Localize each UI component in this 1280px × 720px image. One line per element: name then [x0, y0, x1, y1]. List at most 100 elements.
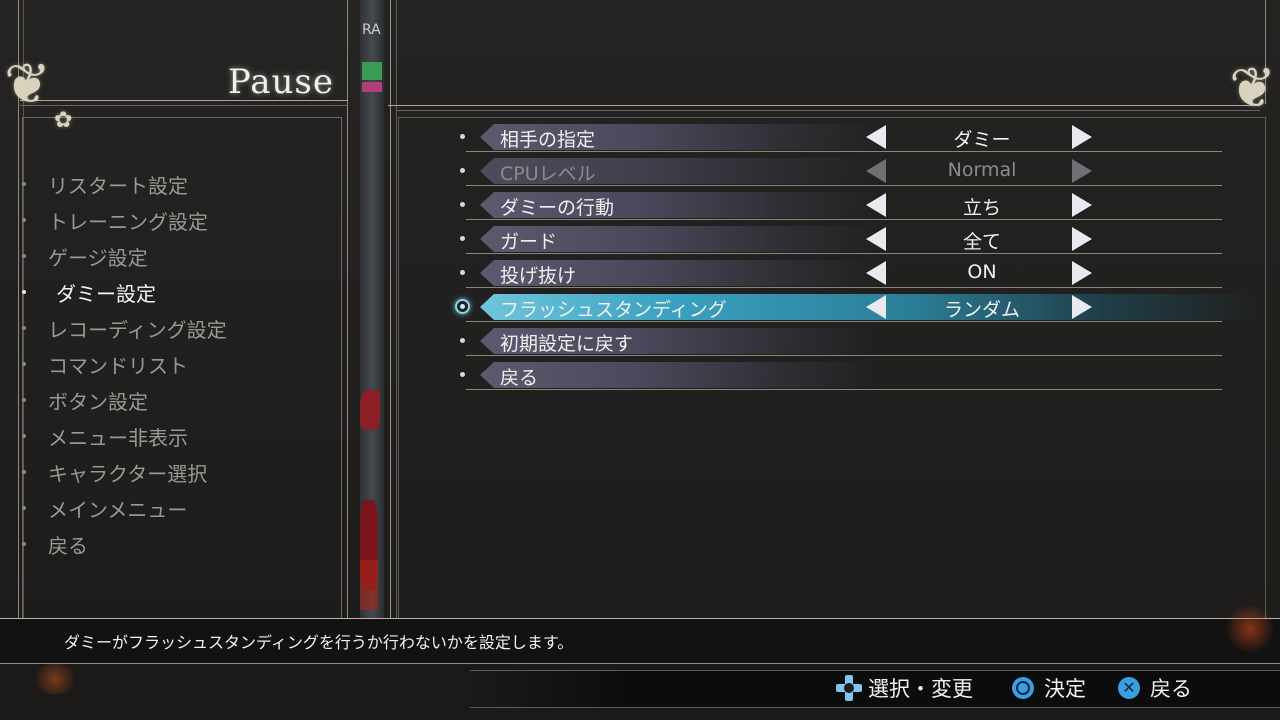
frame-line [390, 0, 391, 618]
button-hints-footer: 選択・変更 決定 ✕ 戻る [0, 604, 1280, 720]
menu-item-label: コマンドリスト [48, 353, 188, 378]
arrow-right-icon[interactable] [1072, 159, 1092, 183]
bullet-dot [22, 470, 26, 474]
menu-item-label: メニュー非表示 [48, 425, 188, 450]
option-label: ガード [500, 231, 558, 253]
pause-menu-item-character-select[interactable]: キャラクター選択 [20, 454, 340, 490]
option-row-dummy-action[interactable]: ダミーの行動 立ち [452, 188, 1262, 222]
pause-menu-item-command-list[interactable]: コマンドリスト [20, 346, 340, 382]
menu-item-label: ボタン設定 [48, 389, 148, 414]
bullet-dot [22, 362, 26, 366]
bullet-dot [460, 338, 465, 343]
pause-title: Pause [227, 62, 334, 102]
ember-glow [30, 664, 80, 694]
menu-item-label: ダミー設定 [56, 281, 156, 306]
hud-partial-text: RA [362, 22, 381, 38]
option-underline [466, 389, 1222, 390]
game-background-strip: RA [360, 0, 384, 618]
option-value: ダミー [953, 129, 1011, 151]
arrow-right-icon[interactable] [1072, 227, 1092, 251]
bullet-dot [460, 168, 465, 173]
arrow-left-icon[interactable] [866, 125, 886, 149]
hint-label: 決定 [1044, 677, 1086, 701]
hud-pink-block [362, 82, 382, 92]
option-underline [466, 253, 1222, 254]
option-label: フラッシュスタンディング [500, 299, 727, 321]
arrow-left-icon[interactable] [866, 193, 886, 217]
option-underline [466, 287, 1222, 288]
hint-label: 戻る [1150, 677, 1192, 701]
option-label: 投げ抜け [500, 265, 577, 287]
arrow-left-icon[interactable] [866, 261, 886, 285]
pause-menu-item-restart-settings[interactable]: リスタート設定 [20, 166, 340, 202]
option-row-throw-escape[interactable]: 投げ抜け ON [452, 256, 1262, 290]
option-value: Normal [947, 159, 1017, 181]
pause-menu-item-training-settings[interactable]: トレーニング設定 [20, 202, 340, 238]
arrow-right-icon[interactable] [1072, 125, 1092, 149]
menu-item-label: キャラクター選択 [48, 461, 208, 486]
arrow-left-icon[interactable] [866, 227, 886, 251]
character-fragment [360, 390, 380, 430]
arrow-right-icon[interactable] [1072, 295, 1092, 319]
option-value: ON [967, 261, 997, 283]
hud-green-block [362, 62, 382, 80]
menu-item-label: ゲージ設定 [48, 245, 148, 270]
frame-line [20, 105, 348, 106]
menu-item-label: レコーディング設定 [48, 317, 227, 342]
menu-item-label: リスタート設定 [48, 173, 188, 198]
frame-line [396, 110, 1260, 111]
option-label: CPUレベル [500, 163, 596, 185]
pause-menu-item-dummy-settings[interactable]: ダミー設定 [20, 274, 340, 310]
pause-menu-list: リスタート設定 トレーニング設定 ゲージ設定 ダミー設定 レコーディング設定 コ… [20, 166, 340, 562]
menu-item-label: メインメニュー [48, 497, 188, 522]
help-description-text: ダミーがフラッシュスタンディングを行うか行わないかを設定します。 [64, 633, 574, 652]
arrow-right-icon[interactable] [1072, 261, 1092, 285]
option-row-cpu-level[interactable]: CPUレベル Normal [452, 154, 1262, 188]
character-fragment [360, 560, 378, 610]
ornament-scroll-icon: ✿ [54, 108, 73, 133]
option-label: 戻る [500, 367, 539, 389]
pause-menu-item-button-settings[interactable]: ボタン設定 [20, 382, 340, 418]
hint-select-change: 選択・変更 [836, 673, 973, 703]
bullet-dot [22, 290, 26, 294]
bullet-dot [22, 254, 26, 258]
menu-item-label: トレーニング設定 [48, 209, 208, 234]
frame-line [347, 0, 348, 618]
option-label: 初期設定に戻す [500, 333, 634, 355]
bullet-dot [22, 434, 26, 438]
frame-line [388, 105, 1260, 106]
dpad-icon [836, 675, 862, 701]
option-value: 立ち [962, 197, 1001, 219]
hint-back[interactable]: ✕ 戻る [1118, 673, 1192, 703]
bullet-dot [460, 134, 465, 139]
bullet-dot [460, 372, 465, 377]
bullet-dot [460, 202, 465, 207]
option-row-guard[interactable]: ガード 全て [452, 222, 1262, 256]
hint-confirm[interactable]: 決定 [1012, 673, 1086, 703]
bullet-dot [460, 236, 465, 241]
help-description-bar: ダミーがフラッシュスタンディングを行うか行わないかを設定します。 [0, 618, 1280, 664]
pause-menu-item-main-menu[interactable]: メインメニュー [20, 490, 340, 526]
arrow-left-icon[interactable] [866, 295, 886, 319]
ember-glow [1225, 604, 1275, 654]
arrow-left-icon[interactable] [866, 159, 886, 183]
arrow-right-icon[interactable] [1072, 193, 1092, 217]
cross-button-icon: ✕ [1118, 677, 1140, 699]
pause-menu-item-hide-menu[interactable]: メニュー非表示 [20, 418, 340, 454]
option-row-flash-standing[interactable]: フラッシュスタンディング ランダム [452, 290, 1262, 324]
hint-label: 選択・変更 [868, 677, 973, 701]
bullet-dot [22, 506, 26, 510]
bullet-dot [22, 326, 26, 330]
option-row-opponent-target[interactable]: 相手の指定 ダミー [452, 120, 1262, 154]
ornament-flourish-icon: ❦ [4, 52, 51, 117]
option-label: ダミーの行動 [500, 197, 615, 219]
pause-menu-item-back[interactable]: 戻る [20, 526, 340, 562]
dummy-options-list: 相手の指定 ダミー CPUレベル Normal ダミーの行動 立ち ガード 全て… [452, 120, 1262, 392]
pause-menu-item-recording-settings[interactable]: レコーディング設定 [20, 310, 340, 346]
bullet-dot [22, 218, 26, 222]
pause-menu-item-gauge-settings[interactable]: ゲージ設定 [20, 238, 340, 274]
option-bar [480, 362, 880, 388]
option-row-back[interactable]: 戻る [452, 358, 1262, 392]
bullet-dot [22, 542, 26, 546]
option-row-reset-defaults[interactable]: 初期設定に戻す [452, 324, 1262, 358]
